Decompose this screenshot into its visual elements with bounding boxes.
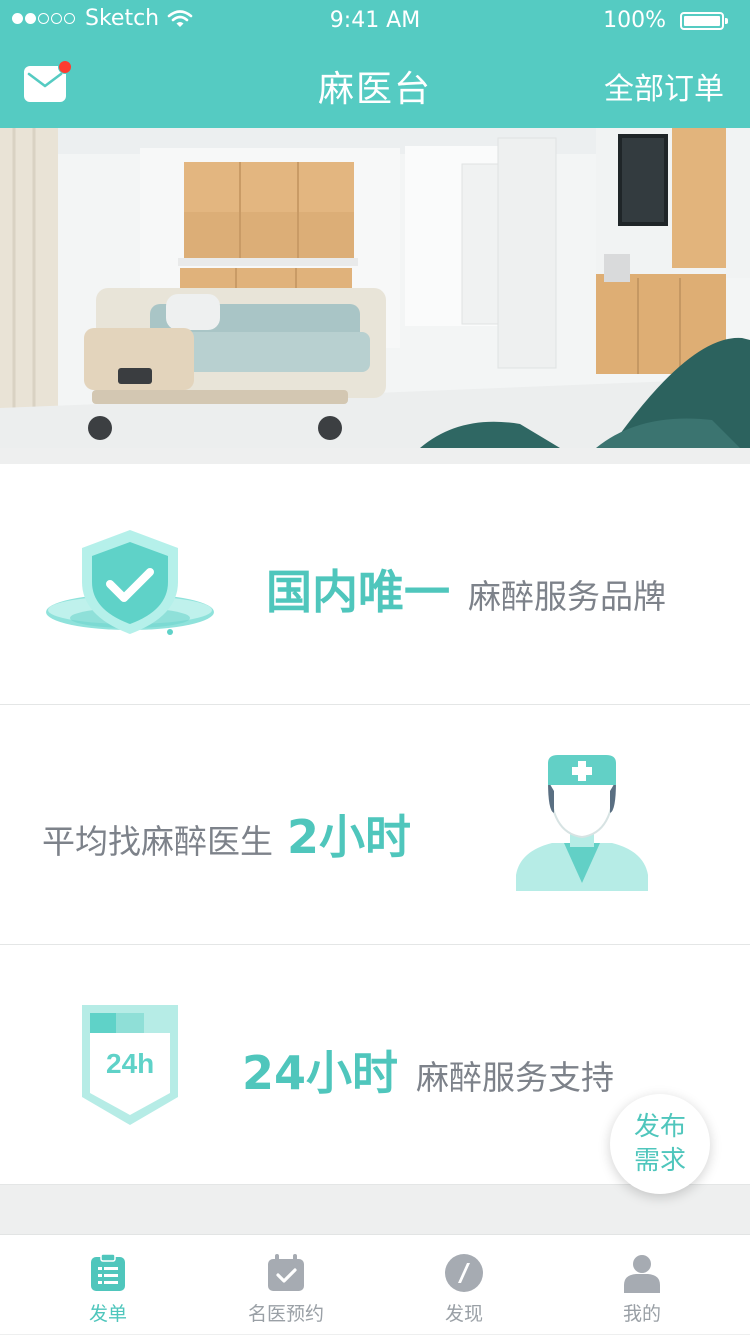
- doctor-icon: [512, 751, 652, 905]
- feature-description: 麻醉服务品牌: [468, 577, 666, 616]
- 24h-badge-icon: 24h: [78, 1001, 182, 1133]
- calendar-check-icon: [268, 1254, 304, 1291]
- feature-card-brand: 国内唯一 麻醉服务品牌: [0, 464, 750, 705]
- publish-request-button[interactable]: 发布 需求: [610, 1094, 710, 1194]
- tab-label: 名医预约: [247, 1303, 324, 1325]
- compass-icon: [445, 1254, 483, 1292]
- tab-discover[interactable]: 发现: [384, 1235, 544, 1335]
- battery-icon: [680, 11, 728, 30]
- tab-label: 我的: [622, 1303, 661, 1325]
- feature-text-brand: 国内唯一 麻醉服务品牌: [266, 556, 666, 622]
- battery-percent: 100%: [603, 8, 666, 33]
- person-icon: [624, 1255, 660, 1293]
- tab-appointments[interactable]: 名医预约: [206, 1235, 366, 1335]
- feature-highlight: 国内唯一: [266, 565, 450, 619]
- tab-label: 发现: [444, 1303, 483, 1325]
- clipboard-icon: [91, 1253, 125, 1291]
- status-bar: Sketch 9:41 AM 100%: [0, 0, 750, 40]
- publish-request-line1: 发布: [633, 1112, 686, 1142]
- 24h-badge-text: 24h: [106, 1048, 154, 1079]
- all-orders-button[interactable]: 全部订单: [604, 64, 724, 108]
- hero-banner-image: [0, 128, 750, 448]
- feature-highlight: 2小时: [287, 810, 412, 864]
- battery-area: 100%: [603, 8, 728, 33]
- tab-profile[interactable]: 我的: [562, 1235, 722, 1335]
- feature-description: 平均找麻醉医生: [42, 822, 273, 861]
- tab-label: 发单: [88, 1303, 127, 1325]
- nav-bar: 麻医台 全部订单: [0, 40, 750, 128]
- shield-check-icon: [44, 524, 216, 648]
- feature-card-speed: 平均找麻醉医生 2小时: [0, 705, 750, 945]
- tab-bar: 发单 名医预约 发现 我的: [0, 1234, 750, 1334]
- publish-request-line2: 需求: [633, 1146, 686, 1176]
- feature-description: 麻醉服务支持: [416, 1058, 615, 1097]
- feature-text-speed: 平均找麻醉医生 2小时: [42, 801, 411, 867]
- feature-text-support: 24小时 麻醉服务支持: [242, 1037, 614, 1103]
- tab-orders[interactable]: 发单: [28, 1235, 188, 1335]
- feature-highlight: 24小时: [242, 1046, 399, 1100]
